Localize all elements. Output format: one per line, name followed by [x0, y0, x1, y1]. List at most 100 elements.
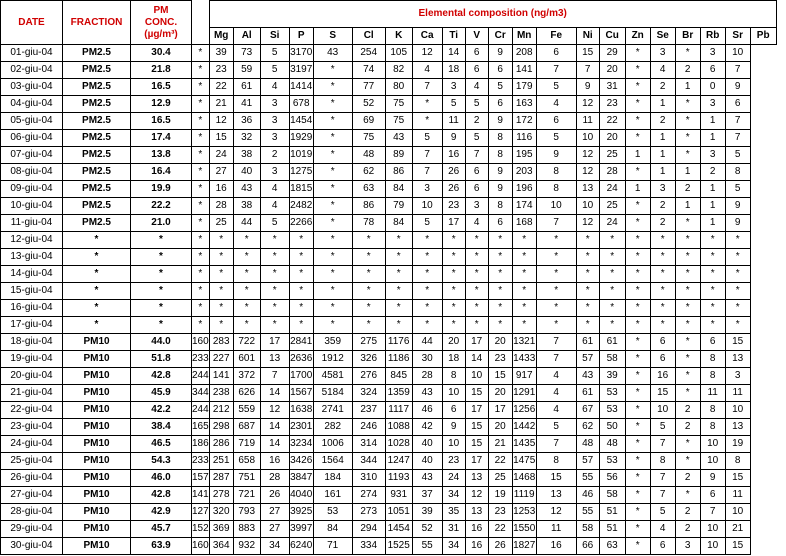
value-cell-cu: *: [575, 282, 600, 300]
value-cell-se: *: [624, 452, 651, 470]
pm-conc-cell: 16.4: [130, 163, 192, 181]
value-cell-pb: 7: [724, 129, 751, 147]
value-cell-mg: 157: [191, 469, 210, 487]
value-cell-br: *: [649, 299, 676, 317]
element-header-fe: Fe: [535, 27, 577, 45]
pm-header-line2: CONC.: [144, 16, 178, 28]
value-cell-cr: 16: [464, 520, 489, 538]
date-cell: 13-giu-04: [0, 248, 63, 266]
value-cell-cl: 1912: [312, 350, 353, 368]
value-cell-fe: *: [511, 248, 537, 266]
value-cell-cu: 67: [575, 401, 600, 419]
value-cell-se: *: [624, 435, 651, 453]
pm-conc-cell: 46.0: [130, 469, 192, 487]
value-cell-cr: 13: [464, 503, 489, 521]
value-cell-cr: 5: [464, 129, 489, 147]
column-gap: [191, 0, 210, 45]
pm-conc-cell: 63.9: [130, 537, 192, 555]
element-header-se: Se: [649, 27, 676, 45]
value-cell-cl: *: [312, 214, 353, 232]
value-cell-si: 687: [232, 418, 261, 436]
value-cell-br: 1: [649, 163, 676, 181]
value-cell-ni: 7: [535, 214, 577, 232]
value-cell-ca: 1193: [384, 469, 413, 487]
table-row: 23-giu-04 PM10 38.4 165 298 687 14 2301 282 246 10…: [0, 418, 777, 436]
value-cell-p: *: [259, 299, 290, 317]
value-cell-sr: *: [699, 316, 726, 334]
date-cell: 05-giu-04: [0, 112, 63, 130]
elemental-composition-table: DATE FRACTION PM CONC. (µg/m³) Elemental…: [0, 0, 777, 555]
value-cell-s: 1567: [288, 384, 314, 402]
value-cell-se: *: [624, 282, 651, 300]
value-cell-sr: 1: [699, 129, 726, 147]
value-cell-cr: 13: [464, 469, 489, 487]
value-cell-sr: 6: [699, 61, 726, 79]
value-cell-rb: 3: [674, 537, 701, 555]
value-cell-mn: *: [487, 248, 513, 266]
pm-conc-cell: *: [130, 299, 192, 317]
table-row: 12-giu-04 * * * * * * * * * * * * * * * * * * * * * * *: [0, 231, 777, 249]
value-cell-mg: 160: [191, 333, 210, 351]
value-cell-pb: *: [724, 231, 751, 249]
value-cell-sr: 1: [699, 112, 726, 130]
value-cell-p: 5: [259, 44, 290, 62]
value-cell-fe: *: [511, 265, 537, 283]
value-cell-ti: 7: [411, 163, 443, 181]
value-cell-ti: 12: [411, 44, 443, 62]
value-cell-rb: 2: [674, 401, 701, 419]
table-row: 02-giu-04 PM2.5 21.8 * 23 59 5 3197 * 74 82 4 18 6 6 14…: [0, 61, 777, 79]
value-cell-br: 6: [649, 350, 676, 368]
table-row: 26-giu-04 PM10 46.0 157 287 751 28 3847 184 310 11…: [0, 469, 777, 487]
value-cell-cl: *: [312, 146, 353, 164]
value-cell-al: 23: [208, 61, 234, 79]
fraction-cell: PM2.5: [62, 146, 131, 164]
value-cell-cu: 61: [575, 333, 600, 351]
element-header-k: K: [384, 27, 413, 45]
value-cell-p: 14: [259, 418, 290, 436]
fraction-cell: PM2.5: [62, 44, 131, 62]
pm-conc-cell: 30.4: [130, 44, 192, 62]
value-cell-si: 719: [232, 435, 261, 453]
fraction-cell: PM10: [62, 333, 131, 351]
value-cell-sr: 10: [699, 537, 726, 555]
value-cell-ca: 84: [384, 180, 413, 198]
value-cell-al: *: [208, 248, 234, 266]
value-cell-pb: 21: [724, 520, 751, 538]
value-cell-v: 11: [441, 112, 466, 130]
date-header: DATE: [0, 0, 63, 45]
value-cell-ca: *: [384, 248, 413, 266]
value-cell-k: *: [351, 299, 386, 317]
value-cell-p: *: [259, 282, 290, 300]
value-cell-zn: 22: [598, 112, 626, 130]
value-cell-p: 4: [259, 78, 290, 96]
value-cell-al: 320: [208, 503, 234, 521]
value-cell-s: 3197: [288, 61, 314, 79]
value-cell-v: *: [441, 316, 466, 334]
value-cell-sr: 8: [699, 367, 726, 385]
value-cell-pb: 13: [724, 418, 751, 436]
value-cell-mg: 244: [191, 401, 210, 419]
value-cell-pb: 6: [724, 95, 751, 113]
fraction-cell: PM10: [62, 350, 131, 368]
value-cell-zn: 39: [598, 367, 626, 385]
value-cell-mg: 165: [191, 418, 210, 436]
value-cell-p: 3: [259, 95, 290, 113]
value-cell-fe: *: [511, 316, 537, 334]
value-cell-ti: *: [411, 248, 443, 266]
value-cell-s: 1700: [288, 367, 314, 385]
value-cell-zn: 20: [598, 129, 626, 147]
element-header-p: P: [288, 27, 314, 45]
value-cell-s: 2482: [288, 197, 314, 215]
value-cell-k: 69: [351, 112, 386, 130]
value-cell-sr: *: [699, 299, 726, 317]
fraction-cell: PM10: [62, 503, 131, 521]
fraction-cell: PM10: [62, 520, 131, 538]
value-cell-ni: 8: [535, 163, 577, 181]
pm-conc-cell: 19.9: [130, 180, 192, 198]
value-cell-p: 3: [259, 129, 290, 147]
value-cell-rb: *: [674, 316, 701, 334]
value-cell-zn: 25: [598, 146, 626, 164]
value-cell-rb: 2: [674, 503, 701, 521]
value-cell-sr: 2: [699, 163, 726, 181]
table-row: 15-giu-04 * * * * * * * * * * * * * * * * * * * * * * *: [0, 282, 777, 300]
